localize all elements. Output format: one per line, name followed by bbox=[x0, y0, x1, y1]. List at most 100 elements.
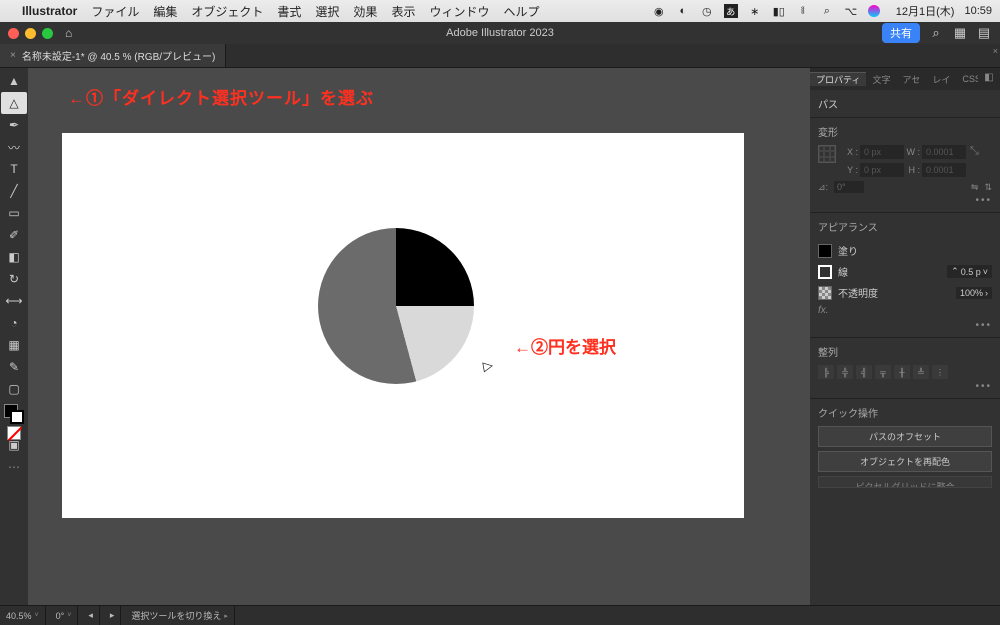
h-field[interactable]: 0.0001 bbox=[922, 163, 966, 177]
close-tab-icon[interactable]: × bbox=[10, 50, 16, 61]
shape-builder-tool[interactable]: ◔ bbox=[1, 312, 27, 334]
zoom-field[interactable]: 40.5% ˅ bbox=[0, 606, 46, 625]
paintbrush-tool[interactable]: ✐ bbox=[1, 224, 27, 246]
angle-field[interactable]: 0° bbox=[834, 181, 864, 193]
tab-character[interactable]: 文字 bbox=[866, 73, 896, 86]
control-center-icon[interactable]: ⌥ bbox=[844, 4, 858, 18]
menubar-date[interactable]: 12月1日(木) bbox=[896, 3, 955, 19]
flip-v-icon[interactable]: ⇅ bbox=[984, 182, 992, 193]
menu-select[interactable]: 選択 bbox=[315, 3, 339, 20]
fill-swatch[interactable] bbox=[818, 244, 832, 258]
menu-type[interactable]: 書式 bbox=[277, 3, 301, 20]
menu-edit[interactable]: 編集 bbox=[153, 3, 177, 20]
menubar-time[interactable]: 10:59 bbox=[964, 5, 992, 17]
home-icon[interactable]: ⌂ bbox=[65, 26, 72, 40]
artboard[interactable]: ▷ ←②円を選択 bbox=[62, 133, 744, 518]
offset-path-button[interactable]: パスのオフセット bbox=[818, 426, 992, 447]
wifi-icon[interactable]: ⧛ bbox=[796, 4, 810, 18]
bluetooth-icon[interactable]: ∗ bbox=[748, 4, 762, 18]
workspace-switch-icon[interactable]: ▤ bbox=[976, 25, 992, 41]
x-field[interactable]: 0 px bbox=[860, 145, 904, 159]
appearance-more-icon[interactable]: ••• bbox=[818, 320, 992, 331]
nav-next-icon[interactable]: ▸ bbox=[104, 606, 122, 625]
nav-prev-icon[interactable]: ◂ bbox=[82, 606, 100, 625]
app-name[interactable]: Illustrator bbox=[22, 4, 77, 18]
opacity-swatch[interactable] bbox=[818, 286, 832, 300]
w-field[interactable]: 0.0001 bbox=[922, 145, 966, 159]
y-field[interactable]: 0 px bbox=[860, 163, 904, 177]
maximize-button[interactable] bbox=[42, 28, 53, 39]
close-button[interactable] bbox=[8, 28, 19, 39]
eraser-tool[interactable]: ◧ bbox=[1, 246, 27, 268]
direct-selection-tool[interactable]: △ bbox=[1, 92, 27, 114]
status-hint-menu-icon[interactable]: ▸ bbox=[224, 612, 228, 620]
edit-toolbar-icon[interactable]: ⋯ bbox=[1, 456, 27, 478]
minimize-button[interactable] bbox=[25, 28, 36, 39]
align-top-icon[interactable]: ╦ bbox=[875, 365, 891, 379]
align-left-icon[interactable]: ╠ bbox=[818, 365, 834, 379]
align-more-icon[interactable]: ••• bbox=[818, 381, 992, 392]
panel-icon-1[interactable]: ◧ bbox=[984, 72, 993, 83]
clock-icon[interactable]: ◷ bbox=[700, 4, 714, 18]
flip-h-icon[interactable]: ⇋ bbox=[971, 182, 979, 193]
tab-properties[interactable]: プロパティ bbox=[810, 72, 866, 86]
line-icon[interactable]: ◐ bbox=[676, 4, 690, 18]
constrain-proportions-icon[interactable]: ⤡ bbox=[970, 145, 979, 158]
curvature-tool[interactable]: 〰 bbox=[1, 136, 27, 158]
search-icon[interactable]: ⌕ bbox=[928, 25, 944, 41]
stroke-weight-field[interactable]: ⌃ 0.5 p ˅ bbox=[947, 265, 992, 278]
menu-object[interactable]: オブジェクト bbox=[191, 3, 263, 20]
artboard-tool[interactable]: ▢ bbox=[1, 378, 27, 400]
menu-effect[interactable]: 効果 bbox=[353, 3, 377, 20]
rotate-tool[interactable]: ↻ bbox=[1, 268, 27, 290]
eyedropper-tool[interactable]: ✎ bbox=[1, 356, 27, 378]
traffic-lights bbox=[8, 28, 53, 39]
pixel-grid-button[interactable]: ピクセルグリッドに整合 bbox=[818, 476, 992, 488]
rotate-view-field[interactable]: 0° ˅ bbox=[50, 606, 79, 625]
gradient-tool[interactable]: ▦ bbox=[1, 334, 27, 356]
menu-help[interactable]: ヘルプ bbox=[503, 3, 539, 20]
stroke-swatch[interactable] bbox=[818, 265, 832, 279]
reference-point-widget[interactable] bbox=[818, 145, 836, 163]
menu-window[interactable]: ウィンドウ bbox=[429, 3, 489, 20]
canvas-area[interactable]: ←①「ダイレクト選択ツール」を選ぶ ▷ ←②円を選択 bbox=[28, 68, 810, 605]
selection-tool[interactable]: ▲ bbox=[1, 70, 27, 92]
tab-assets[interactable]: アセ bbox=[896, 73, 926, 86]
panel-tab-strip: プロパティ 文字 アセ レイ CSS bbox=[810, 68, 1000, 90]
transform-more-icon[interactable]: ••• bbox=[818, 195, 992, 206]
menu-view[interactable]: 表示 bbox=[391, 3, 415, 20]
panel-collapse-icon[interactable]: × bbox=[993, 46, 998, 56]
align-hcenter-icon[interactable]: ╬ bbox=[837, 365, 853, 379]
transform-title: 変形 bbox=[818, 124, 992, 139]
type-tool[interactable]: T bbox=[1, 158, 27, 180]
tab-layers[interactable]: レイ bbox=[926, 73, 956, 86]
pen-tool[interactable]: ✒ bbox=[1, 114, 27, 136]
distribute-icon[interactable]: ⋮ bbox=[932, 365, 948, 379]
ime-icon[interactable]: あ bbox=[724, 4, 738, 18]
battery-icon[interactable]: ▮▯ bbox=[772, 4, 786, 18]
siri-icon[interactable] bbox=[868, 5, 880, 17]
align-title: 整列 bbox=[818, 344, 992, 359]
align-bottom-icon[interactable]: ╩ bbox=[913, 365, 929, 379]
rectangle-tool[interactable]: ▭ bbox=[1, 202, 27, 224]
fx-label[interactable]: fx. bbox=[818, 303, 992, 318]
creative-cloud-icon[interactable]: ◉ bbox=[652, 4, 666, 18]
share-button[interactable]: 共有 bbox=[882, 23, 920, 43]
stroke-label: 線 bbox=[838, 264, 848, 279]
appearance-title: アピアランス bbox=[818, 219, 992, 234]
pie-chart-object[interactable] bbox=[318, 228, 474, 384]
fill-stroke-swatch[interactable] bbox=[4, 404, 24, 424]
menu-file[interactable]: ファイル bbox=[91, 3, 139, 20]
arrange-icon[interactable]: ▦ bbox=[952, 25, 968, 41]
spotlight-icon[interactable]: ⌕ bbox=[820, 4, 834, 18]
annotation-step2: ←②円を選択 bbox=[514, 333, 616, 358]
line-tool[interactable]: ╱ bbox=[1, 180, 27, 202]
opacity-label: 不透明度 bbox=[838, 285, 878, 300]
document-tab[interactable]: × 名称未設定-1* @ 40.5 % (RGB/プレビュー) bbox=[0, 44, 226, 67]
width-tool[interactable]: ⟷ bbox=[1, 290, 27, 312]
opacity-field[interactable]: 100% › bbox=[956, 287, 992, 299]
recolor-button[interactable]: オブジェクトを再配色 bbox=[818, 451, 992, 472]
align-vcenter-icon[interactable]: ╫ bbox=[894, 365, 910, 379]
mac-menu-bar: Illustrator ファイル 編集 オブジェクト 書式 選択 効果 表示 ウ… bbox=[0, 0, 1000, 22]
align-right-icon[interactable]: ╣ bbox=[856, 365, 872, 379]
